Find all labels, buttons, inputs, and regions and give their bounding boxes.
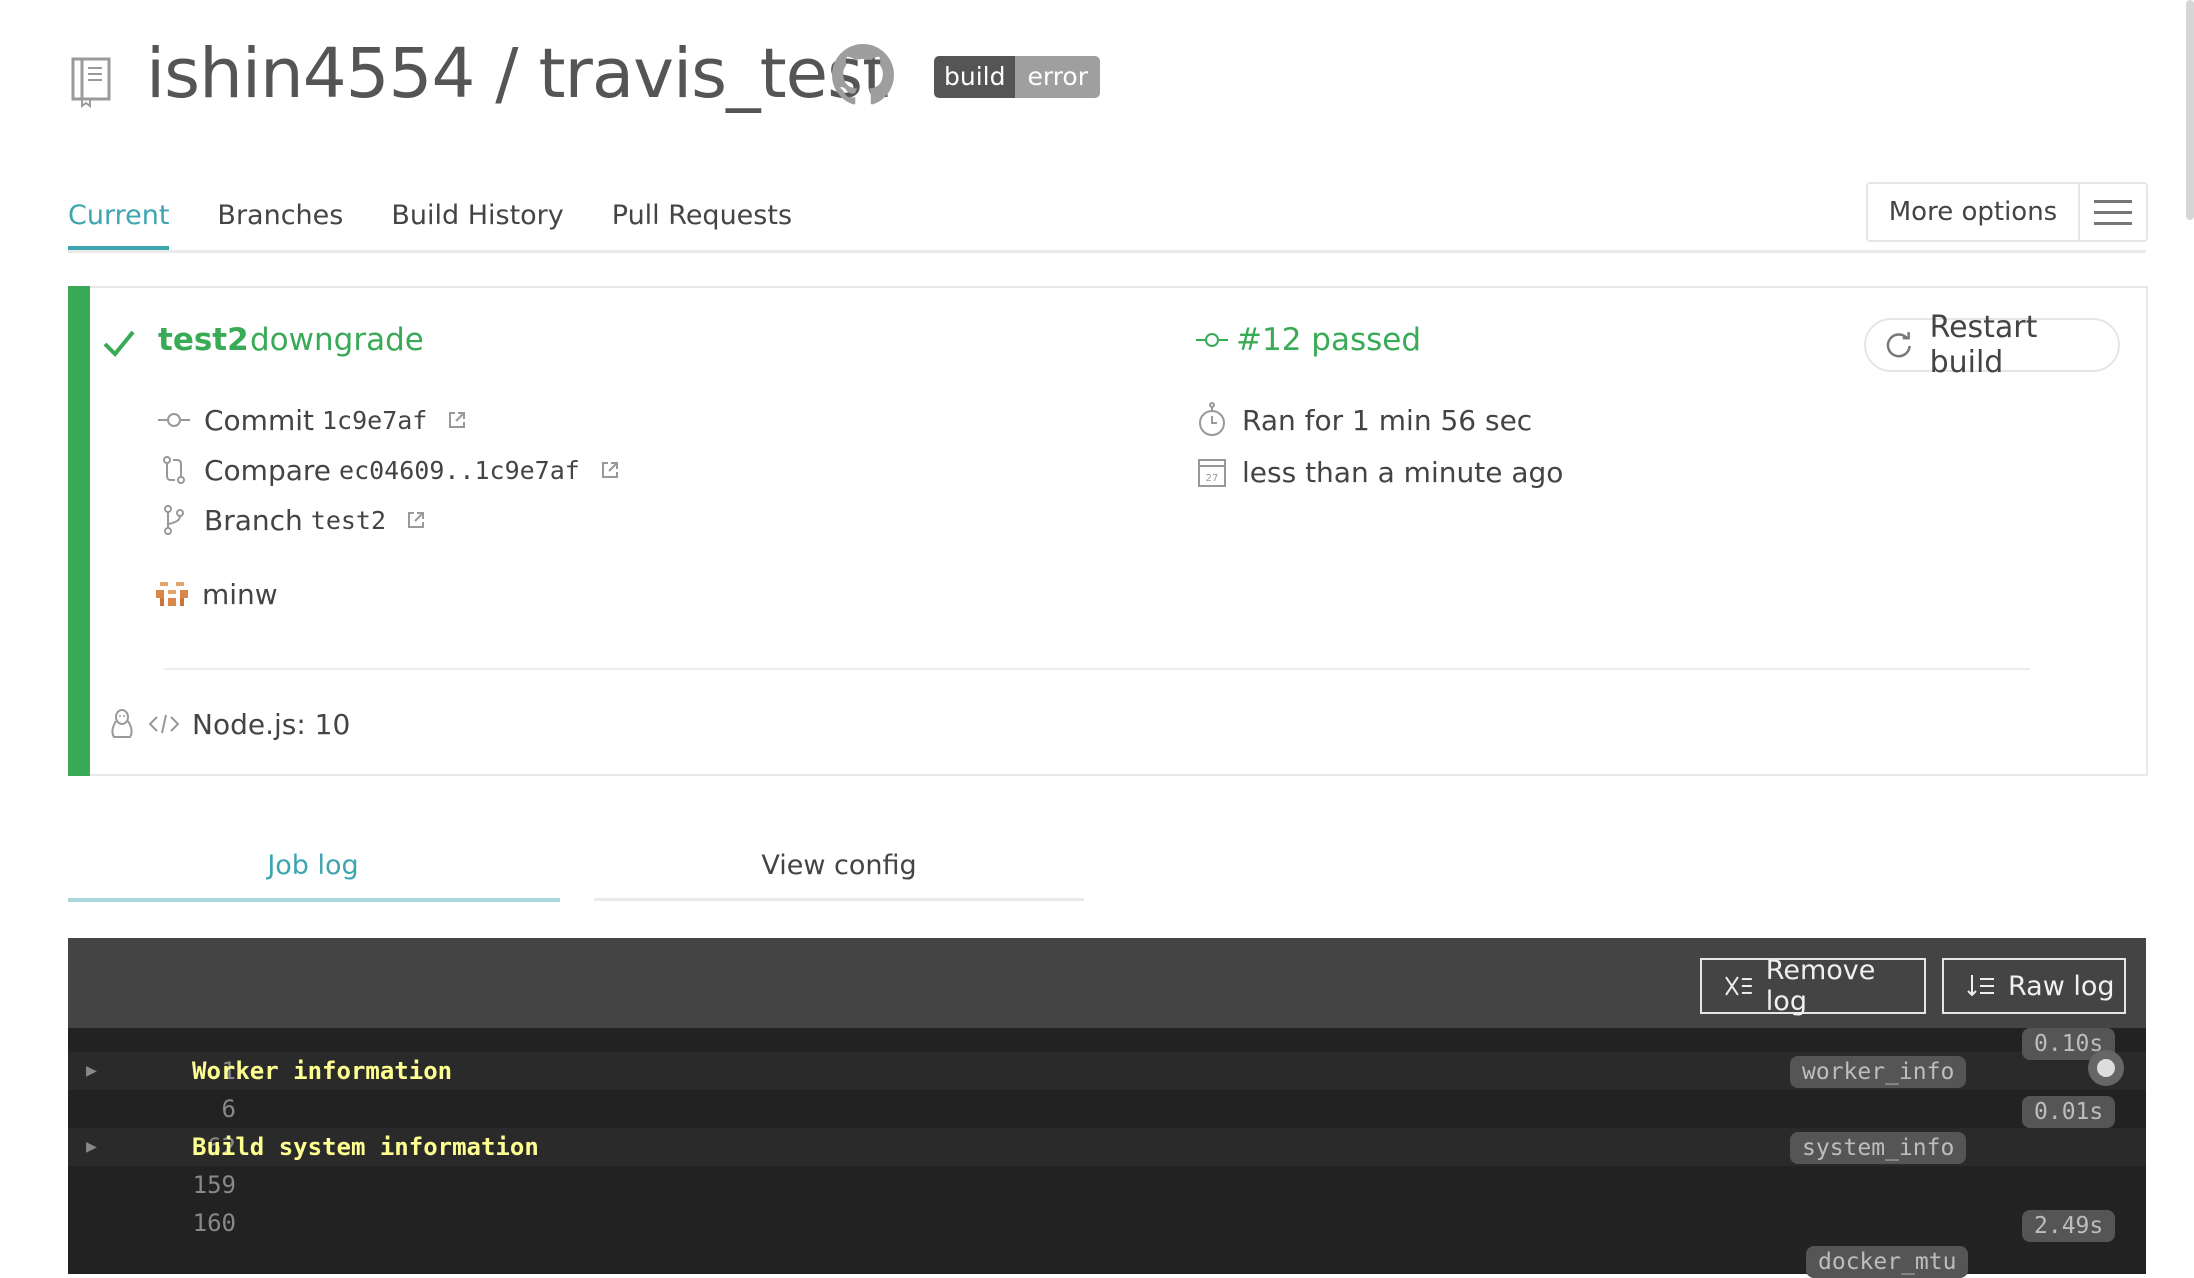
build-number-status[interactable]: #12 passed [1236,316,1421,364]
job-language: Node.js: 10 [192,707,351,741]
calendar-icon: 27 [1198,459,1226,487]
tab-current[interactable]: Current [68,196,170,250]
finished-row: 27 less than a minute ago [1196,452,1563,492]
log-line: 160 [68,1204,2146,1242]
build-finished-time: less than a minute ago [1242,455,1564,489]
commit-icon [158,413,190,427]
hamburger-icon[interactable] [2080,184,2146,240]
avatar [156,582,188,606]
external-link-icon[interactable] [447,410,467,430]
linux-tux-icon [111,709,133,738]
build-branch-link[interactable]: test2 [158,316,249,364]
badge-label: build [934,56,1016,98]
tab-job-log[interactable]: Job log [68,844,558,900]
commit-label: Commit [204,403,314,437]
scroll-to-top-button[interactable] [2088,1050,2124,1086]
line-number[interactable]: 160 [108,1204,236,1242]
build-status-bar [68,286,90,776]
github-octocat-icon[interactable] [832,44,894,106]
raw-log-button[interactable]: Raw log [1942,958,2126,1014]
commit-sha-link[interactable]: 1c9e7af [322,406,427,435]
log-line: 6 [68,1090,2146,1128]
fold-arrow-icon[interactable]: ▶ [86,1128,97,1166]
repo-tabs: Current Branches Build History Pull Requ… [68,196,792,252]
tab-view-config-underline [594,898,1084,901]
card-divider [164,668,2030,670]
build-duration: Ran for 1 min 56 sec [1242,403,1533,437]
log-fold-tag: system_info [1790,1132,1967,1164]
stopwatch-icon [1199,402,1225,436]
line-number[interactable]: 159 [108,1166,236,1204]
tab-pull-requests[interactable]: Pull Requests [612,196,792,250]
svg-text:27: 27 [1206,473,1219,484]
tab-job-log-underline [68,898,560,902]
commit-message: downgrade [250,322,424,358]
branch-value-link[interactable]: test2 [311,506,386,535]
commit-row: Commit 1c9e7af [158,400,467,440]
compare-label: Compare [204,453,332,487]
commit-icon [1196,333,1228,347]
restart-build-label: Restart build [1929,310,2038,380]
job-row: Node.js: 10 [106,704,350,744]
branch-label: Branch [204,503,303,537]
restart-icon [1886,332,1911,358]
log-line-text: Worker information [192,1057,453,1085]
external-link-icon[interactable] [600,460,620,480]
log-fold-tag: docker_mtu [1806,1246,1969,1278]
author-row: minw [156,574,278,614]
remove-log-icon [1725,976,1752,996]
tab-branches[interactable]: Branches [217,196,343,250]
compare-icon [163,456,185,484]
restart-build-button[interactable]: Restart build [1864,310,2120,380]
badge-value: error [1015,56,1101,98]
branch-icon [164,505,184,535]
external-link-icon[interactable] [406,510,426,530]
build-status-badge[interactable]: build error [934,56,1101,98]
line-number[interactable]: 6 [108,1090,236,1128]
log-timing-badge: 0.01s [2022,1096,2116,1128]
tab-build-history[interactable]: Build History [391,196,563,250]
more-options-label: More options [1868,184,2080,240]
fold-arrow-icon[interactable]: ▶ [86,1052,97,1090]
check-icon [103,330,135,357]
raw-log-icon [1967,975,1994,997]
branch-row: Branch test2 [158,500,426,540]
code-icon [148,714,180,734]
log-timing-badge: 2.49s [2022,1210,2116,1242]
log-line-text: Build system information [192,1133,539,1161]
repo-title: ishin4554 / travis_test [146,34,889,114]
author-name[interactable]: minw [202,578,278,611]
more-options-button[interactable]: More options [1866,182,2148,242]
remove-log-button[interactable]: Remove log [1700,955,1926,1017]
tabs-divider [68,250,2146,253]
page-scrollbar[interactable] [2186,0,2194,220]
log-fold-tag: worker_info [1790,1056,1967,1088]
compare-row: Compare ec04609..1c9e7af [158,450,620,490]
compare-range-link[interactable]: ec04609..1c9e7af [339,456,580,485]
tab-view-config[interactable]: View config [594,844,1084,900]
duration-row: Ran for 1 min 56 sec [1196,400,1532,440]
repo-book-icon [71,57,111,108]
raw-log-label: Raw log [2008,970,2115,1002]
remove-log-label: Remove log [1765,955,1876,1017]
log-line: 159 [68,1166,2146,1204]
